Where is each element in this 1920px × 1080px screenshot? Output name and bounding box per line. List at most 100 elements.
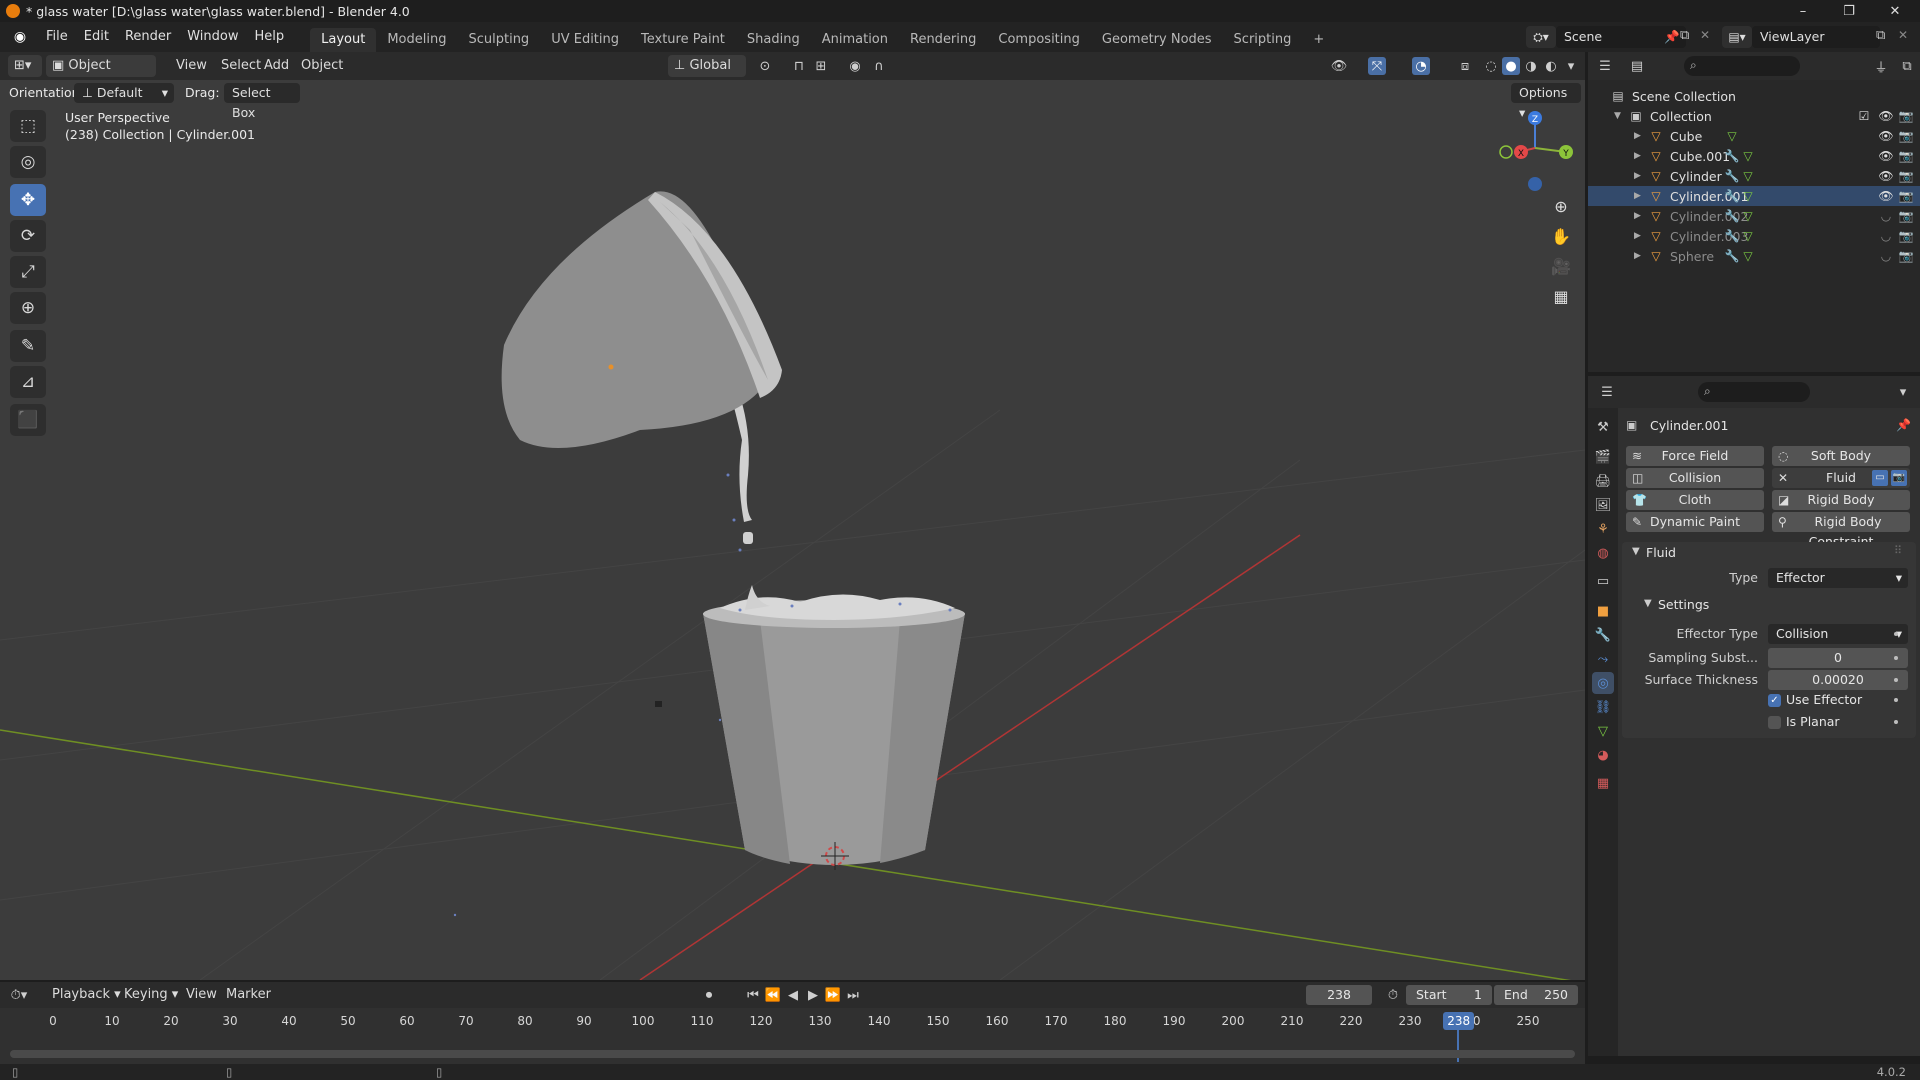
start-frame-field[interactable]: Start 1 [1406, 985, 1492, 1005]
eye-icon[interactable]: 👁 [1878, 189, 1894, 203]
texture-tab-icon[interactable]: ▦ [1592, 772, 1614, 794]
eye-closed-icon[interactable]: ◡ [1878, 209, 1894, 223]
animate-property-dot[interactable] [1894, 632, 1898, 636]
rigid-body-constraint-button[interactable]: ⚲Rigid Body Constraint [1772, 512, 1910, 549]
view-layer-tab-icon[interactable]: 🖼 [1592, 494, 1614, 516]
properties-editor-type-icon[interactable]: ☰ [1598, 383, 1616, 401]
mesh-data-icon[interactable]: ▽ [1740, 208, 1756, 224]
play-reverse-icon[interactable]: ◀ [784, 986, 802, 1004]
animate-property-dot[interactable] [1894, 678, 1898, 682]
workspace-tab-rendering[interactable]: Rendering [899, 28, 987, 52]
select-box-tool[interactable]: ⬚ [10, 110, 46, 142]
eye-icon[interactable]: 👁 [1878, 129, 1894, 143]
animate-property-dot[interactable] [1894, 656, 1898, 660]
rendered-shading-icon[interactable]: ◐ [1542, 57, 1560, 75]
mesh-data-icon[interactable]: ▽ [1740, 248, 1756, 264]
remove-fluid-icon[interactable]: ✕ [1778, 468, 1788, 488]
scene-tab-icon[interactable]: ⚘ [1592, 518, 1614, 540]
outliner-search-input[interactable]: ⌕ [1684, 56, 1800, 76]
output-tab-icon[interactable]: 🖨 [1592, 470, 1614, 492]
move-tool[interactable]: ✥ [10, 184, 46, 216]
view-layer-selector[interactable]: ViewLayer [1752, 26, 1880, 48]
workspace-tab-animation[interactable]: Animation [811, 28, 899, 52]
prev-keyframe-icon[interactable]: ⏪ [764, 986, 782, 1004]
filter-icon[interactable]: ⏚ [1872, 57, 1890, 76]
workspace-tab-uv-editing[interactable]: UV Editing [540, 28, 630, 52]
panel-drag-handle-icon[interactable]: ⠿ [1894, 544, 1902, 557]
force-field-button[interactable]: ≋ Force Field [1626, 446, 1764, 466]
maximize-button[interactable]: ❐ [1826, 0, 1872, 22]
menu-playback[interactable]: Playback ▾ [46, 984, 127, 1006]
collection-tab-icon[interactable]: ▭ [1592, 570, 1614, 592]
soft-body-button[interactable]: ◌ Soft Body [1772, 446, 1910, 466]
mesh-data-icon[interactable]: ▽ [1740, 188, 1756, 204]
settings-collapse-icon[interactable]: ▼ [1644, 598, 1652, 609]
end-frame-field[interactable]: End 250 [1494, 985, 1578, 1005]
current-frame-field[interactable]: 238 [1306, 985, 1372, 1005]
mesh-data-icon[interactable]: ▽ [1740, 168, 1756, 184]
pivot-point-icon[interactable]: ⊙ [756, 57, 774, 75]
mode-selector[interactable]: ▣ Object Mode ▾ [46, 55, 156, 95]
panel-collapse-icon[interactable]: ▼ [1632, 546, 1640, 557]
add-workspace-button[interactable]: + [1302, 28, 1335, 52]
modifier-icon[interactable]: 🔧 [1724, 148, 1740, 164]
shading-options-icon[interactable]: ▾ [1562, 57, 1580, 75]
expand-triangle-icon[interactable]: ▶ [1634, 191, 1646, 201]
delete-view-layer-icon[interactable]: ✕ [1898, 28, 1908, 42]
menu-keying[interactable]: Keying ▾ [118, 984, 184, 1006]
modifier-icon[interactable]: 🔧 [1724, 208, 1740, 224]
is-planar-checkbox[interactable] [1768, 716, 1781, 729]
show-render-icon[interactable]: 📷 [1891, 470, 1907, 486]
workspace-tab-shading[interactable]: Shading [736, 28, 811, 52]
data-tab-icon[interactable]: ▽ [1592, 720, 1614, 742]
playhead-frame-label[interactable]: 238 [1443, 1012, 1475, 1030]
wireframe-shading-icon[interactable]: ◌ [1482, 57, 1500, 75]
rigid-body-button[interactable]: ◪ Rigid Body [1772, 490, 1910, 510]
workspace-tab-scripting[interactable]: Scripting [1223, 28, 1303, 52]
expand-triangle-icon[interactable]: ▶ [1634, 151, 1646, 161]
camera-render-icon[interactable]: 📷 [1898, 129, 1914, 143]
expand-triangle-icon[interactable]: ▶ [1634, 131, 1646, 141]
camera-render-icon[interactable]: 📷 [1898, 249, 1914, 263]
mesh-data-icon[interactable]: ▽ [1740, 228, 1756, 244]
menu-view[interactable]: View [180, 984, 223, 1006]
camera-render-icon[interactable]: 📷 [1898, 149, 1914, 163]
record-icon[interactable]: ⏺ [700, 986, 718, 1004]
options-button[interactable]: Options ▾ [1511, 83, 1581, 120]
menu-help[interactable]: Help [247, 26, 293, 48]
camera-view-icon[interactable]: 🎥 [1547, 252, 1575, 280]
object-tab-icon[interactable]: ■ [1592, 600, 1614, 622]
workspace-tab-compositing[interactable]: Compositing [987, 28, 1091, 52]
visibility-selectability-icon[interactable]: 👁 [1330, 57, 1348, 75]
jump-start-icon[interactable]: ⏮ [744, 986, 762, 1004]
material-tab-icon[interactable]: ◕ [1592, 744, 1614, 766]
expand-triangle-icon[interactable]: ▶ [1634, 231, 1646, 241]
orthographic-grid-icon[interactable]: ▦ [1547, 282, 1575, 310]
transform-orientation-selector[interactable]: ⊥ Global ▾ [668, 55, 746, 95]
physics-tab-icon[interactable]: ◎ [1592, 672, 1614, 694]
dynamic-paint-button[interactable]: ✎ Dynamic Paint [1626, 512, 1764, 532]
pan-hand-icon[interactable]: ✋ [1547, 222, 1575, 250]
workspace-tab-texture-paint[interactable]: Texture Paint [630, 28, 736, 52]
material-preview-icon[interactable]: ◑ [1522, 57, 1540, 75]
sampling-substeps-field[interactable]: 0 [1768, 648, 1908, 668]
play-icon[interactable]: ▶ [804, 986, 822, 1004]
menu-window[interactable]: Window [179, 26, 246, 48]
delete-scene-icon[interactable]: ✕ [1700, 28, 1710, 42]
snap-toggle-icon[interactable]: ⊓ [790, 57, 808, 75]
minimize-button[interactable]: – [1780, 0, 1826, 22]
xray-toggle-icon[interactable]: ⧈ [1456, 57, 1474, 75]
eye-icon[interactable]: 👁 [1878, 109, 1894, 123]
eye-closed-icon[interactable]: ◡ [1878, 229, 1894, 243]
outliner-row-object[interactable]: ▶ ▽ Cube ▽ 👁 📷 [1588, 126, 1920, 146]
scene-selector[interactable]: Scene 📌 [1556, 26, 1686, 48]
show-viewport-icon[interactable]: ▭ [1872, 470, 1888, 486]
mesh-data-icon[interactable]: ▽ [1724, 128, 1740, 144]
world-tab-icon[interactable]: ◍ [1592, 542, 1614, 564]
particles-tab-icon[interactable]: ⤳ [1592, 648, 1614, 670]
menu-file[interactable]: File [38, 26, 76, 48]
outliner-row-object[interactable]: ▶ ▽ Cube.001 ▽ 🔧 👁 📷 [1588, 146, 1920, 166]
new-scene-icon[interactable]: ⧉ [1680, 28, 1689, 43]
modifier-icon[interactable]: 🔧 [1724, 188, 1740, 204]
camera-render-icon[interactable]: 📷 [1898, 109, 1914, 123]
